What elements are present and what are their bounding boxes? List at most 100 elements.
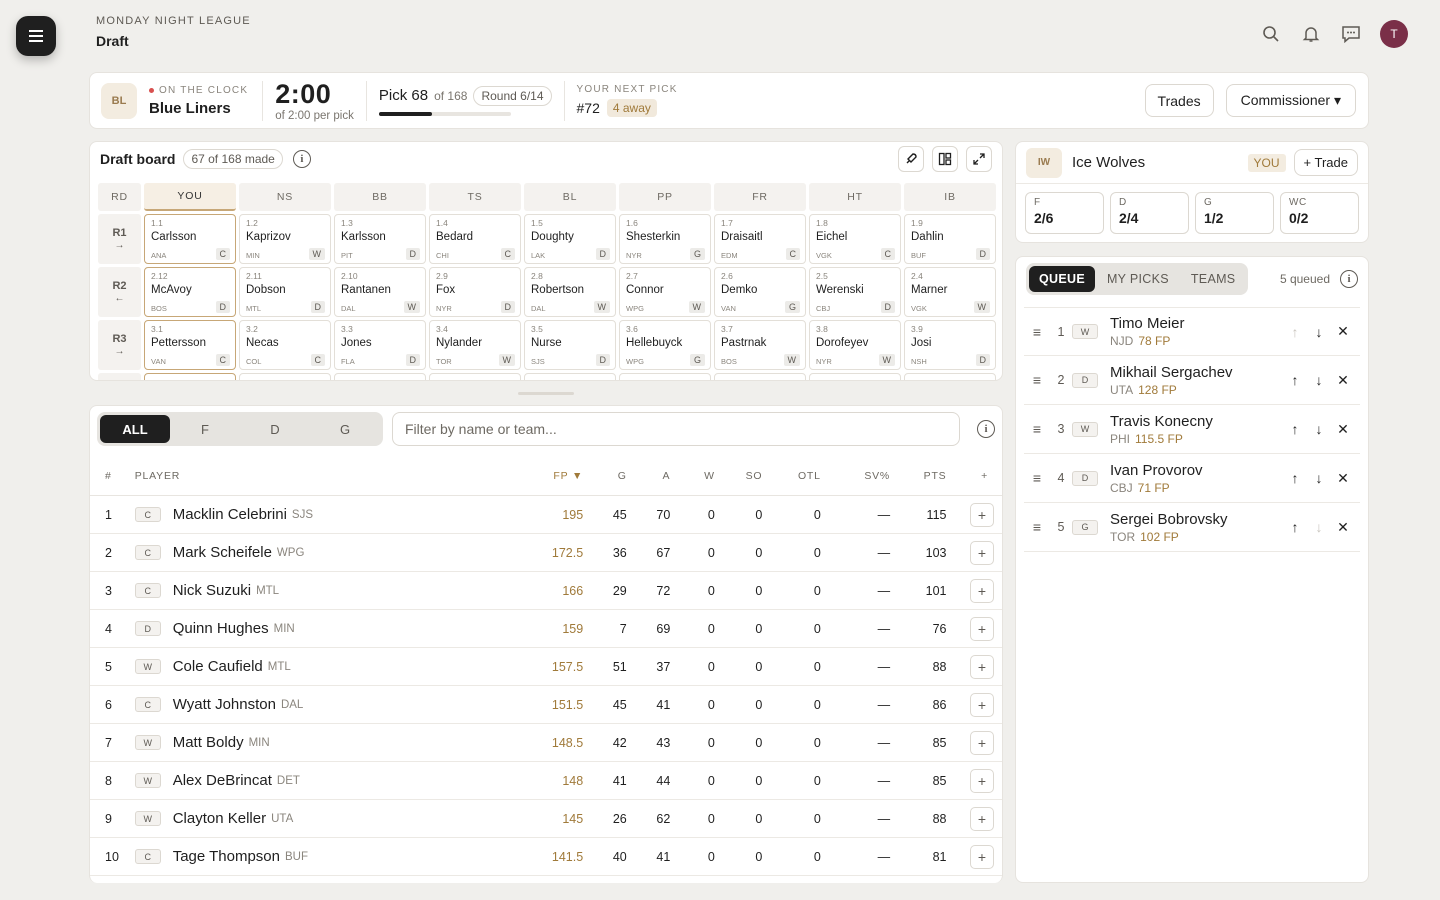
draft-pick-cell[interactable]: [619, 373, 711, 380]
table-row[interactable]: 3 C Nick Suzuki MTL 166 29 72 0 0 0 — 101 +: [90, 572, 1002, 610]
table-row[interactable]: 2 C Mark Scheifele WPG 172.5 36 67 0 0 0 — 103 +: [90, 534, 1002, 572]
filter-tab-all[interactable]: ALL: [100, 415, 170, 443]
filter-tab-g[interactable]: G: [310, 415, 380, 443]
draft-pick-cell[interactable]: 3.1 Pettersson VAN C: [144, 320, 236, 370]
col-g[interactable]: G: [583, 470, 627, 482]
close-icon[interactable]: ✕: [1334, 469, 1352, 487]
commissioner-button[interactable]: Commissioner ▾: [1225, 84, 1356, 117]
add-to-queue-button[interactable]: +: [970, 540, 994, 565]
add-to-queue-button[interactable]: +: [970, 654, 994, 679]
player-search-input[interactable]: Filter by name or team...: [392, 412, 960, 446]
draft-pick-cell[interactable]: 1.6 Shesterkin NYR G: [619, 214, 711, 264]
player-name[interactable]: Cole Caufield: [173, 658, 263, 675]
close-icon[interactable]: ✕: [1334, 518, 1352, 536]
team-column-pp[interactable]: PP: [619, 183, 711, 211]
arrow-up-icon[interactable]: ↑: [1286, 323, 1304, 341]
draft-pick-cell[interactable]: [239, 373, 331, 380]
filter-tab-f[interactable]: F: [170, 415, 240, 443]
draft-pick-cell[interactable]: 1.5 Doughty LAK D: [524, 214, 616, 264]
player-name[interactable]: Nick Suzuki: [173, 582, 251, 599]
team-column-ib[interactable]: IB: [904, 183, 996, 211]
arrow-down-icon[interactable]: ↓: [1310, 420, 1328, 438]
draft-pick-cell[interactable]: 1.3 Karlsson PIT D: [334, 214, 426, 264]
col-player[interactable]: PLAYER: [135, 470, 524, 482]
player-name[interactable]: Matt Boldy: [173, 734, 244, 751]
team-column-ns[interactable]: NS: [239, 183, 331, 211]
drag-handle-icon[interactable]: ≡: [1024, 324, 1050, 340]
queue-item[interactable]: ≡ 5 G Sergei Bobrovsky TOR 102 FP ↑ ↓ ✕: [1024, 503, 1360, 552]
draft-pick-cell[interactable]: [429, 373, 521, 380]
add-to-queue-button[interactable]: +: [970, 692, 994, 717]
draft-pick-cell[interactable]: 3.7 Pastrnak BOS W: [714, 320, 806, 370]
draft-pick-cell[interactable]: 1.2 Kaprizov MIN W: [239, 214, 331, 264]
draft-pick-cell[interactable]: 1.1 Carlsson ANA C: [144, 214, 236, 264]
bell-icon[interactable]: [1298, 21, 1324, 47]
col-fp-sorted[interactable]: FP ▼: [524, 470, 583, 482]
draft-pick-cell[interactable]: 2.8 Robertson DAL W: [524, 267, 616, 317]
draft-pick-cell[interactable]: 3.3 Jones FLA D: [334, 320, 426, 370]
player-name[interactable]: Wyatt Johnston: [173, 696, 276, 713]
team-column-ht[interactable]: HT: [809, 183, 901, 211]
team-column-you[interactable]: YOU: [144, 183, 236, 211]
layout-icon[interactable]: [932, 146, 958, 172]
player-name[interactable]: Mark Scheifele: [173, 544, 272, 561]
draft-pick-cell[interactable]: [524, 373, 616, 380]
filter-tab-d[interactable]: D: [240, 415, 310, 443]
col-a[interactable]: A: [627, 470, 671, 482]
draft-pick-cell[interactable]: 2.4 Marner VGK W: [904, 267, 996, 317]
draft-pick-cell[interactable]: 1.4 Bedard CHI C: [429, 214, 521, 264]
queue-item[interactable]: ≡ 4 D Ivan Provorov CBJ 71 FP ↑ ↓ ✕: [1024, 454, 1360, 503]
col-w[interactable]: W: [670, 470, 715, 482]
queue-item[interactable]: ≡ 2 D Mikhail Sergachev UTA 128 FP ↑ ↓ ✕: [1024, 356, 1360, 405]
team-column-ts[interactable]: TS: [429, 183, 521, 211]
arrow-down-icon[interactable]: ↓: [1310, 371, 1328, 389]
team-column-bl[interactable]: BL: [524, 183, 616, 211]
player-name[interactable]: Clayton Keller: [173, 810, 266, 827]
rocket-icon[interactable]: [898, 146, 924, 172]
draft-pick-cell[interactable]: 3.4 Nylander TOR W: [429, 320, 521, 370]
table-row[interactable]: 5 W Cole Caufield MTL 157.5 51 37 0 0 0 — 88 +: [90, 648, 1002, 686]
arrow-up-icon[interactable]: ↑: [1286, 518, 1304, 536]
trades-button[interactable]: Trades: [1144, 84, 1214, 117]
add-to-queue-button[interactable]: +: [970, 578, 994, 603]
menu-button[interactable]: [16, 16, 56, 56]
draft-pick-cell[interactable]: [334, 373, 426, 380]
add-to-queue-button[interactable]: +: [970, 502, 994, 527]
table-row[interactable]: 9 W Clayton Keller UTA 145 26 62 0 0 0 — 88 +: [90, 800, 1002, 838]
chat-icon[interactable]: [1338, 21, 1364, 47]
draft-pick-cell[interactable]: 3.2 Necas COL C: [239, 320, 331, 370]
draft-pick-cell[interactable]: 1.8 Eichel VGK C: [809, 214, 901, 264]
arrow-up-icon[interactable]: ↑: [1286, 420, 1304, 438]
search-icon[interactable]: [1258, 21, 1284, 47]
player-name[interactable]: Alex DeBrincat: [173, 772, 272, 789]
drag-handle-icon[interactable]: ≡: [1024, 519, 1050, 535]
info-icon[interactable]: i: [292, 150, 311, 168]
col-sv[interactable]: SV%: [821, 470, 890, 482]
tab-teams[interactable]: TEAMS: [1181, 266, 1246, 292]
info-icon[interactable]: i: [1340, 270, 1358, 288]
add-to-queue-button[interactable]: +: [970, 616, 994, 641]
draft-pick-cell[interactable]: 2.6 Demko VAN G: [714, 267, 806, 317]
add-to-queue-button[interactable]: +: [970, 730, 994, 755]
arrow-up-icon[interactable]: ↑: [1286, 371, 1304, 389]
queue-item[interactable]: ≡ 1 W Timo Meier NJD 78 FP ↑ ↓ ✕: [1024, 307, 1360, 356]
draft-pick-cell[interactable]: [144, 373, 236, 380]
tab-queue[interactable]: QUEUE: [1029, 266, 1095, 292]
draft-pick-cell[interactable]: 3.8 Dorofeyev NYR W: [809, 320, 901, 370]
team-column-bb[interactable]: BB: [334, 183, 426, 211]
arrow-down-icon[interactable]: ↓: [1310, 469, 1328, 487]
arrow-down-icon[interactable]: ↓: [1310, 518, 1328, 536]
avatar[interactable]: T: [1380, 20, 1408, 48]
add-to-queue-button[interactable]: +: [970, 768, 994, 793]
draft-pick-cell[interactable]: 3.6 Hellebuyck WPG G: [619, 320, 711, 370]
drag-handle-icon[interactable]: ≡: [1024, 421, 1050, 437]
player-name[interactable]: Quinn Hughes: [173, 620, 269, 637]
col-otl[interactable]: OTL: [762, 470, 820, 482]
draft-pick-cell[interactable]: [904, 373, 996, 380]
expand-icon[interactable]: [966, 146, 992, 172]
draft-pick-cell[interactable]: 2.11 Dobson MTL D: [239, 267, 331, 317]
draft-pick-cell[interactable]: 2.5 Werenski CBJ D: [809, 267, 901, 317]
player-name[interactable]: Tage Thompson: [173, 848, 280, 865]
trade-button[interactable]: + Trade: [1293, 149, 1358, 176]
resize-handle[interactable]: [518, 392, 574, 395]
